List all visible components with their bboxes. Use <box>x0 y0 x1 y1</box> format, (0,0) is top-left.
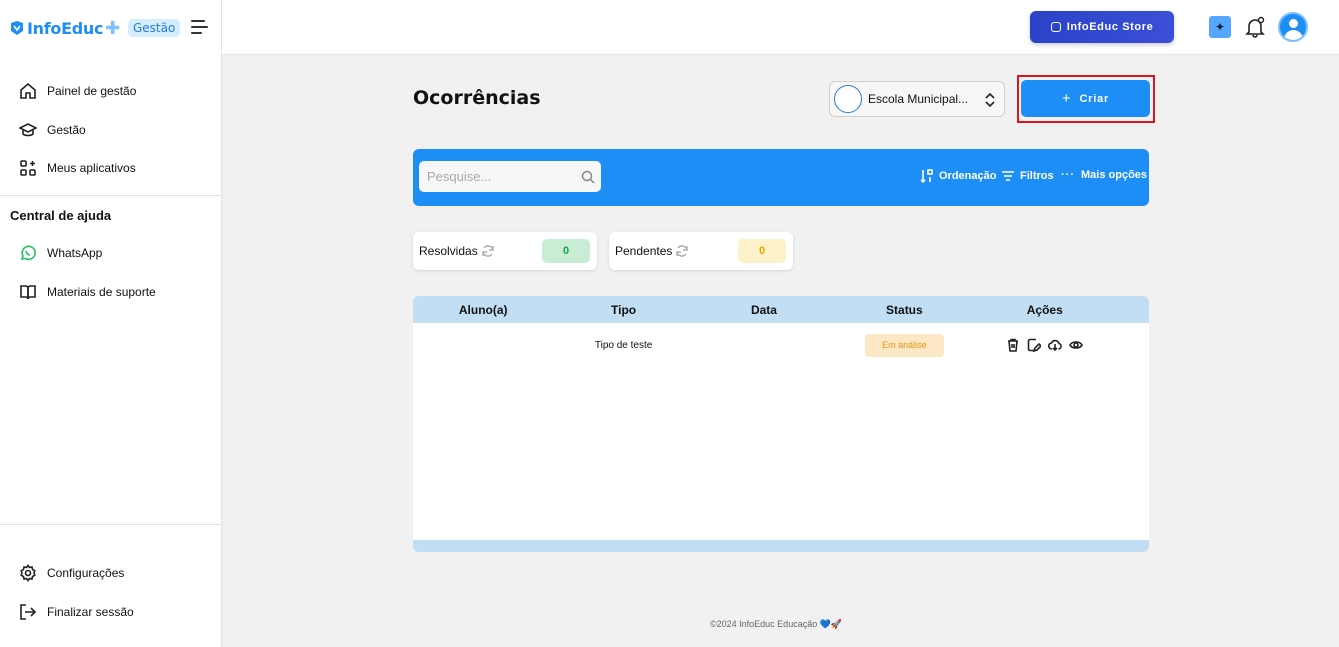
brand-plus-icon: ✚ <box>105 17 120 39</box>
help-section-title: Central de ajuda <box>10 208 112 223</box>
cell-aluno <box>413 323 553 367</box>
status-badge: Em análise <box>865 333 944 357</box>
sidebar: InfoEduc ✚ Gestão Painel de gestão Gestã… <box>0 0 222 647</box>
graduation-cap-icon <box>19 122 37 137</box>
cell-actions <box>975 323 1115 367</box>
logo-row: InfoEduc ✚ Gestão <box>0 0 221 56</box>
page-title: Ocorrências <box>413 87 541 109</box>
logo-mark-icon <box>11 21 23 35</box>
search-icon[interactable] <box>581 170 595 184</box>
table-footer <box>413 540 1149 552</box>
book-icon <box>20 284 36 299</box>
stat-label: Pendentes <box>615 244 673 258</box>
column-header[interactable]: Tipo <box>553 296 693 323</box>
edit-icon[interactable] <box>1027 338 1042 352</box>
cloud-download-icon[interactable] <box>1048 338 1063 352</box>
menu-toggle-icon[interactable] <box>191 20 209 34</box>
bottom-nav: Configurações Finalizar sessão <box>0 554 221 631</box>
user-avatar[interactable] <box>1278 12 1308 42</box>
stat-count: 0 <box>738 239 786 263</box>
sort-icon <box>920 169 933 183</box>
top-header: InfoEduc Store ✦ <box>222 0 1339 55</box>
search-input[interactable] <box>419 161 601 192</box>
cell-data <box>694 323 834 367</box>
page-footer: ©2024 InfoEduc Educação 💙🚀 <box>710 619 843 629</box>
plus-icon: + <box>1061 90 1072 107</box>
refresh-icon[interactable] <box>675 244 689 258</box>
column-header[interactable]: Data <box>694 296 834 323</box>
filter-toolbar: Ordenação Filtros ··· Mais opções <box>413 149 1149 206</box>
column-header[interactable]: Aluno(a) <box>413 296 553 323</box>
more-options-button[interactable]: ··· Mais opções <box>1061 169 1147 181</box>
apps-icon <box>20 160 36 177</box>
bell-icon[interactable] <box>1244 16 1266 38</box>
sidebar-item-label: Configurações <box>47 566 125 581</box>
infoeduc-store-button[interactable]: InfoEduc Store <box>1030 11 1174 43</box>
sidebar-item-painel[interactable]: Painel de gestão <box>0 72 221 111</box>
more-dots-icon: ··· <box>1061 169 1075 181</box>
sidebar-divider <box>0 195 221 196</box>
cell-status: Em análise <box>834 323 974 367</box>
main-nav: Painel de gestão Gestão Meus aplicativos <box>0 72 221 188</box>
sidebar-item-label: Meus aplicativos <box>47 161 136 176</box>
store-icon <box>1050 22 1061 32</box>
stat-label: Resolvidas <box>419 244 478 258</box>
help-nav: WhatsApp Materiais de suporte <box>0 234 221 311</box>
refresh-icon[interactable] <box>481 244 495 258</box>
brand-name: InfoEduc <box>27 18 104 38</box>
sidebar-item-whatsapp[interactable]: WhatsApp <box>0 234 221 273</box>
sort-label: Ordenação <box>939 170 997 182</box>
school-avatar <box>834 85 862 113</box>
table-row: Tipo de teste Em análise <box>413 323 1149 367</box>
sidebar-item-materiais[interactable]: Materiais de suporte <box>0 273 221 312</box>
home-icon <box>20 83 36 100</box>
trash-icon[interactable] <box>1006 338 1020 352</box>
module-badge: Gestão <box>127 19 181 37</box>
sidebar-item-label: Painel de gestão <box>47 84 137 99</box>
sidebar-item-label: WhatsApp <box>47 246 103 261</box>
sidebar-divider <box>0 524 221 525</box>
column-header[interactable]: Status <box>834 296 974 323</box>
sidebar-item-gestao[interactable]: Gestão <box>0 111 221 150</box>
stat-card-resolvidas[interactable]: Resolvidas 0 <box>413 232 597 270</box>
chevron-updown-icon <box>985 92 995 108</box>
sidebar-item-configuracoes[interactable]: Configurações <box>0 554 221 593</box>
sparkle-icon[interactable]: ✦ <box>1209 16 1231 38</box>
school-select-value: Escola Municipal... <box>868 92 969 106</box>
filter-button[interactable]: Filtros <box>1001 169 1054 183</box>
infoeduc-logo[interactable]: InfoEduc ✚ <box>10 18 120 39</box>
sidebar-item-aplicativos[interactable]: Meus aplicativos <box>0 149 221 188</box>
logout-icon <box>20 603 37 620</box>
table-header: Aluno(a) Tipo Data Status Ações <box>413 296 1149 323</box>
create-button[interactable]: + Criar <box>1021 80 1150 117</box>
gear-icon <box>20 564 36 583</box>
store-button-label: InfoEduc Store <box>1066 21 1154 33</box>
occurrences-table: Aluno(a) Tipo Data Status Ações Tipo de … <box>413 296 1149 552</box>
school-select[interactable]: Escola Municipal... <box>829 81 1005 117</box>
sidebar-item-label: Materiais de suporte <box>47 284 156 299</box>
whatsapp-icon <box>20 245 36 261</box>
stat-card-pendentes[interactable]: Pendentes 0 <box>609 232 793 270</box>
column-header: Ações <box>1026 302 1063 317</box>
sidebar-item-label: Gestão <box>47 122 86 137</box>
sidebar-item-logout[interactable]: Finalizar sessão <box>0 593 221 632</box>
stat-count: 0 <box>542 239 590 263</box>
filter-icon <box>1002 171 1014 181</box>
filter-label: Filtros <box>1020 170 1054 182</box>
eye-icon[interactable] <box>1069 338 1084 352</box>
create-button-label: Criar <box>1079 92 1110 105</box>
more-options-label: Mais opções <box>1081 169 1148 181</box>
cell-tipo: Tipo de teste <box>594 339 653 351</box>
sort-button[interactable]: Ordenação <box>920 169 996 183</box>
sidebar-item-label: Finalizar sessão <box>47 604 134 619</box>
